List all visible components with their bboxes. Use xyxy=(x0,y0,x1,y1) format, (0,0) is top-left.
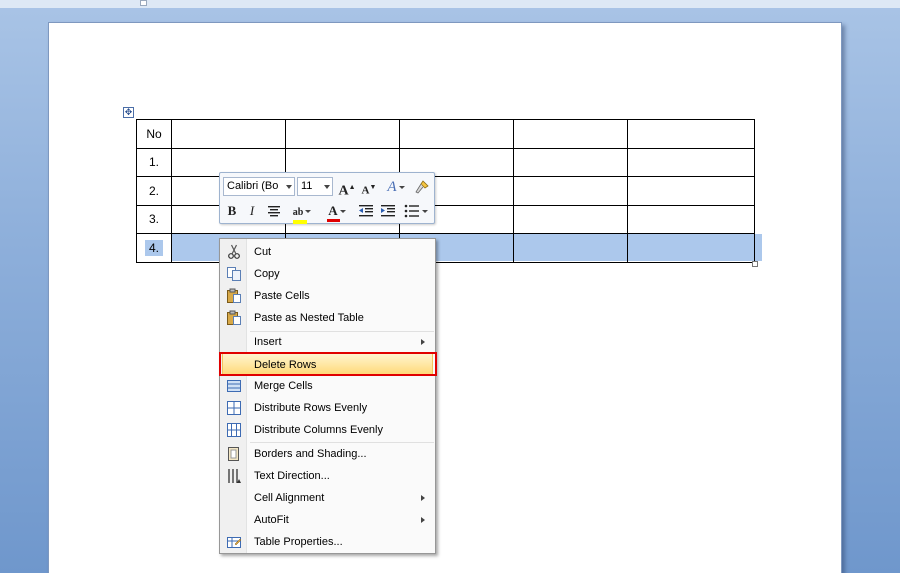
styles-icon: A xyxy=(387,179,397,195)
font-size-value: 11 xyxy=(301,180,313,192)
distribute-rows-icon xyxy=(227,401,241,415)
scissors-icon xyxy=(228,244,240,259)
table-cell[interactable] xyxy=(627,204,755,234)
table-cell[interactable] xyxy=(627,119,755,149)
table-properties-icon xyxy=(227,537,242,548)
menu-item-copy[interactable]: Copy xyxy=(222,263,433,285)
menu-item-merge-cells[interactable]: Merge Cells xyxy=(222,375,433,397)
increase-indent-button[interactable] xyxy=(378,201,398,221)
table-cell[interactable] xyxy=(513,119,628,149)
table-move-handle-icon[interactable]: ✥ xyxy=(123,107,134,118)
menu-item-label: Cut xyxy=(254,246,272,258)
font-name-combo[interactable]: Calibri (Bo xyxy=(223,177,295,196)
format-painter-button[interactable] xyxy=(412,177,432,197)
table-cell[interactable] xyxy=(627,176,755,206)
menu-item-paste-cells[interactable]: Paste Cells xyxy=(222,285,433,307)
menu-item-label: Distribute Rows Evenly xyxy=(254,402,368,414)
menu-item-paste-nested-table[interactable]: Paste as Nested Table xyxy=(222,307,433,329)
font-size-combo[interactable]: 11 xyxy=(297,177,333,196)
chevron-down-icon[interactable] xyxy=(324,185,330,189)
table-resize-handle[interactable] xyxy=(752,261,758,267)
menu-item-insert[interactable]: Insert xyxy=(222,331,433,353)
table-cell[interactable] xyxy=(171,119,286,149)
menu-item-label: Insert xyxy=(254,336,282,348)
menu-item-label: Merge Cells xyxy=(254,380,313,392)
menu-item-label: Borders and Shading... xyxy=(254,448,367,460)
table-cell[interactable]: 3. xyxy=(136,204,172,234)
menu-item-label: Copy xyxy=(254,268,280,280)
table-cell[interactable]: 2. xyxy=(136,176,172,206)
menu-item-cut[interactable]: Cut xyxy=(222,241,433,263)
paste-icon xyxy=(227,310,241,325)
chevron-down-icon[interactable] xyxy=(286,185,292,189)
highlight-button[interactable]: ab xyxy=(288,201,316,224)
copy-icon xyxy=(227,267,241,281)
font-name-value: Calibri (Bo xyxy=(227,180,279,192)
submenu-arrow-icon xyxy=(421,339,425,345)
shrink-font-button[interactable]: A▼ xyxy=(359,177,379,197)
merge-cells-icon xyxy=(227,380,241,392)
italic-button[interactable]: I xyxy=(243,201,261,221)
bold-button[interactable]: B xyxy=(223,201,241,221)
submenu-arrow-icon xyxy=(421,495,425,501)
table-cell[interactable] xyxy=(627,147,755,177)
menu-item-cell-alignment[interactable]: Cell Alignment xyxy=(222,487,433,509)
styles-button[interactable]: A xyxy=(383,177,409,197)
document-page[interactable] xyxy=(48,22,842,573)
highlight-icon: ab xyxy=(292,203,307,224)
shrink-font-icon: A xyxy=(361,184,370,197)
table-cell[interactable] xyxy=(627,233,755,263)
menu-item-autofit[interactable]: AutoFit xyxy=(222,509,433,531)
bullets-button[interactable] xyxy=(400,201,432,221)
table-cell[interactable] xyxy=(399,119,514,149)
center-align-button[interactable] xyxy=(265,201,283,221)
annotation-highlight-box xyxy=(219,352,437,376)
table-cell[interactable] xyxy=(513,233,628,263)
menu-item-distribute-columns[interactable]: Distribute Columns Evenly xyxy=(222,419,433,441)
menu-item-label: Table Properties... xyxy=(254,536,343,548)
context-menu: Cut Copy Paste Cells Paste as Nested Tab… xyxy=(219,238,436,554)
menu-item-borders-shading[interactable]: Borders and Shading... xyxy=(222,443,433,465)
paste-icon xyxy=(227,288,241,303)
format-painter-icon xyxy=(415,180,429,194)
italic-icon: I xyxy=(249,203,255,218)
table-cell[interactable]: 4. xyxy=(136,233,172,263)
table-cell[interactable] xyxy=(513,204,628,234)
menu-item-label: Paste as Nested Table xyxy=(254,312,364,324)
table-cell[interactable] xyxy=(513,176,628,206)
row-number-selected: 4. xyxy=(144,239,163,256)
bold-icon: B xyxy=(227,203,237,218)
menu-item-table-properties[interactable]: Table Properties... xyxy=(222,531,433,553)
distribute-columns-icon xyxy=(227,423,241,437)
font-color-icon: A xyxy=(327,201,341,222)
menu-item-text-direction[interactable]: Text Direction... xyxy=(222,465,433,487)
bullets-icon xyxy=(404,204,419,218)
menu-item-label: Distribute Columns Evenly xyxy=(254,424,383,436)
ruler-indent-marker[interactable] xyxy=(140,0,147,6)
menu-item-label: Cell Alignment xyxy=(254,492,325,504)
increase-indent-icon xyxy=(381,205,395,217)
table-cell[interactable]: 1. xyxy=(136,147,172,177)
decrease-indent-icon xyxy=(359,205,373,217)
ruler-strip xyxy=(0,0,900,8)
menu-item-distribute-rows[interactable]: Distribute Rows Evenly xyxy=(222,397,433,419)
submenu-arrow-icon xyxy=(421,517,425,523)
menu-item-label: Paste Cells xyxy=(254,290,310,302)
grow-font-icon: A xyxy=(338,183,349,199)
table-cell[interactable] xyxy=(513,147,628,177)
mini-toolbar: Calibri (Bo 11 A▲ A▼ A B I ab A xyxy=(219,172,435,224)
decrease-indent-button[interactable] xyxy=(356,201,376,221)
table-row[interactable]: No xyxy=(136,119,755,149)
table-cell[interactable]: No xyxy=(136,119,172,149)
grow-font-button[interactable]: A▲ xyxy=(337,177,357,199)
text-direction-icon xyxy=(228,469,241,483)
font-color-button[interactable]: A xyxy=(323,201,351,222)
borders-icon xyxy=(228,447,239,461)
align-center-icon xyxy=(268,206,280,217)
menu-item-label: Text Direction... xyxy=(254,470,330,482)
menu-item-label: AutoFit xyxy=(254,514,289,526)
table-cell[interactable] xyxy=(285,119,400,149)
